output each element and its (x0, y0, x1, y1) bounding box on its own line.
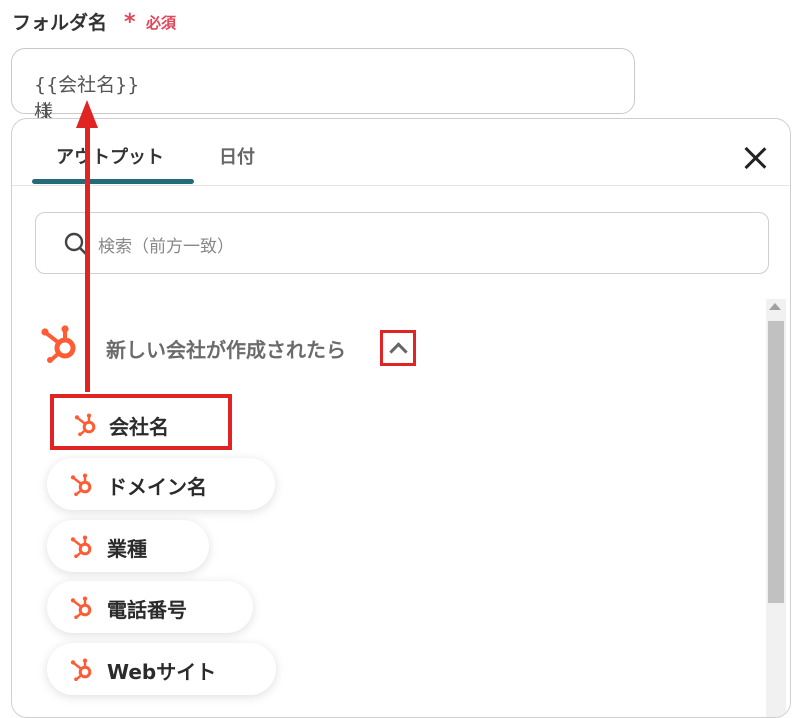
hubspot-icon (70, 595, 94, 619)
output-item-label: 会社名 (109, 415, 169, 439)
search-input[interactable]: 検索（前方一致） (35, 212, 769, 274)
output-item-label: Webサイト (107, 660, 217, 684)
active-tab-indicator (32, 179, 194, 184)
hubspot-icon (70, 657, 94, 681)
annotation-arrow-head (76, 100, 98, 128)
folder-name-input[interactable]: {{会社名}}様 (11, 48, 635, 124)
output-item-label: 電話番号 (107, 598, 187, 622)
output-picker-panel: アウトプット 日付 検索（前方一致） 新しい会社が作成されたら 会社名 ドメイン… (11, 118, 791, 718)
output-item-domain[interactable]: ドメイン名 (47, 458, 275, 510)
output-item-label: 業種 (107, 537, 147, 561)
trigger-group-label[interactable]: 新しい会社が作成されたら (106, 334, 346, 363)
hubspot-icon (40, 322, 80, 364)
required-asterisk: * (124, 10, 136, 35)
output-item-website[interactable]: Webサイト (47, 643, 276, 695)
hubspot-icon (70, 472, 94, 496)
field-label: フォルダ名 (12, 12, 108, 34)
output-item-company-name[interactable]: 会社名 (50, 394, 232, 450)
chevron-up-icon (389, 342, 408, 361)
tab-output[interactable]: アウトプット (56, 143, 164, 169)
output-item-industry[interactable]: 業種 (47, 520, 209, 572)
collapse-group-button[interactable] (380, 330, 416, 366)
scrollbar-thumb[interactable] (768, 321, 784, 603)
output-item-label: ドメイン名 (107, 475, 207, 499)
annotation-arrow-line (85, 126, 90, 392)
tabs-divider (12, 185, 790, 186)
scroll-up-arrow-icon[interactable] (769, 303, 781, 310)
close-button[interactable] (740, 143, 770, 173)
required-badge: 必須 (146, 14, 177, 32)
output-item-phone[interactable]: 電話番号 (47, 581, 253, 633)
hubspot-icon (70, 534, 94, 558)
search-placeholder: 検索（前方一致） (98, 237, 234, 257)
hubspot-icon (74, 412, 98, 436)
tab-date[interactable]: 日付 (219, 143, 255, 169)
